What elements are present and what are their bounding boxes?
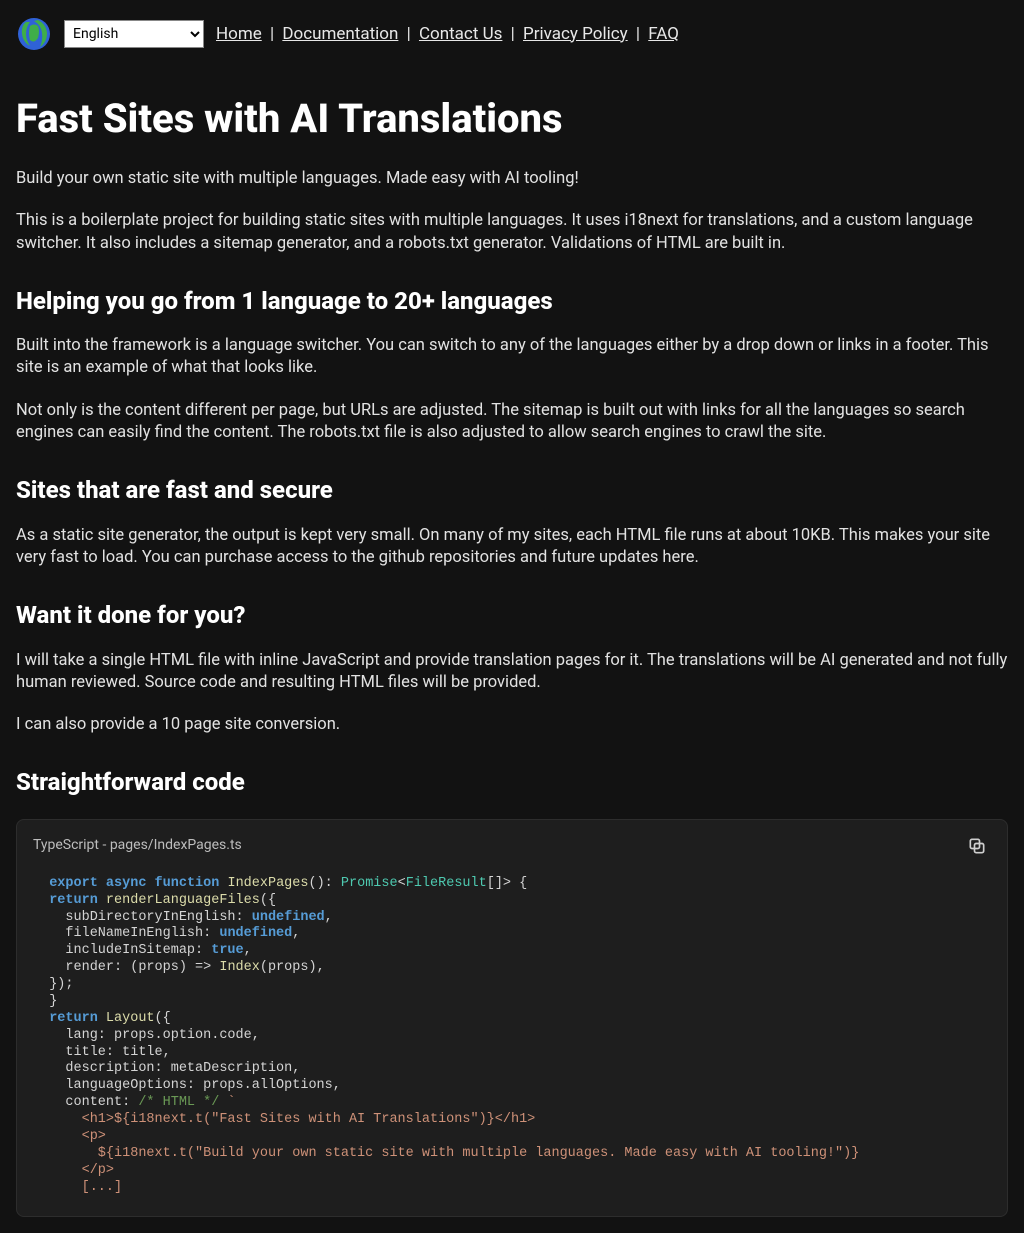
code-token: </p> (33, 1163, 114, 1178)
section-heading-done-for-you: Want it done for you? (16, 599, 1008, 631)
intro-paragraph-2: This is a boilerplate project for buildi… (16, 210, 1008, 255)
code-content: export async function IndexPages(): Prom… (17, 864, 1007, 1217)
code-token: , (325, 910, 333, 925)
code-token: fileNameInEnglish: (33, 926, 219, 941)
paragraph: Not only is the content different per pa… (16, 400, 1008, 445)
code-token: function (155, 876, 220, 891)
intro-paragraph-1: Build your own static site with multiple… (16, 168, 1008, 190)
code-token: <p> (33, 1129, 106, 1144)
code-token: FileResult (406, 876, 487, 891)
paragraph: As a static site generator, the output i… (16, 525, 1008, 570)
code-block-header: TypeScript - pages/IndexPages.ts (17, 820, 1007, 864)
nav-privacy[interactable]: Privacy Policy (523, 24, 628, 44)
top-bar: English Home | Documentation | Contact U… (16, 16, 1008, 52)
code-token: ${i18next.t("Build your own static site … (33, 1146, 859, 1161)
nav-home[interactable]: Home (216, 24, 262, 44)
code-token: Index (219, 960, 260, 975)
code-token: , (244, 943, 252, 958)
code-token: ({ (260, 893, 276, 908)
section-heading-languages: Helping you go from 1 language to 20+ la… (16, 285, 1008, 317)
code-token: IndexPages (227, 876, 308, 891)
code-token: /* HTML */ (138, 1095, 227, 1110)
globe-icon (16, 16, 52, 52)
code-token: , (292, 926, 300, 941)
paragraph: I will take a single HTML file with inli… (16, 650, 1008, 695)
paragraph: I can also provide a 10 page site conver… (16, 714, 1008, 736)
code-token: export (49, 876, 98, 891)
code-token: lang: props.option.code, (33, 1028, 260, 1043)
paragraph: Built into the framework is a language s… (16, 335, 1008, 380)
code-token: subDirectoryInEnglish: (33, 910, 252, 925)
nav-sep: | (402, 24, 415, 44)
language-select[interactable]: English (64, 20, 204, 48)
code-block: TypeScript - pages/IndexPages.ts export … (16, 819, 1008, 1218)
nav-faq[interactable]: FAQ (648, 24, 679, 44)
nav-contact[interactable]: Contact Us (419, 24, 502, 44)
nav-links: Home | Documentation | Contact Us | Priv… (216, 23, 679, 46)
code-token: Promise (341, 876, 398, 891)
code-token: includeInSitemap: (33, 943, 211, 958)
code-token: ` (227, 1095, 235, 1110)
code-token: description: metaDescription, (33, 1061, 300, 1076)
code-token: (): (308, 876, 340, 891)
page-title: Fast Sites with AI Translations (16, 92, 1008, 146)
code-token: }); (33, 977, 74, 992)
code-token: (props), (260, 960, 325, 975)
nav-documentation[interactable]: Documentation (282, 24, 398, 44)
code-token: undefined (252, 910, 325, 925)
code-token: languageOptions: props.allOptions, (33, 1078, 341, 1093)
code-token: return (49, 893, 98, 908)
code-token: < (398, 876, 406, 891)
code-token: renderLanguageFiles (106, 893, 260, 908)
code-token: true (211, 943, 243, 958)
copy-icon (967, 836, 987, 856)
section-heading-fast-secure: Sites that are fast and secure (16, 474, 1008, 506)
code-token: async (106, 876, 147, 891)
nav-sep: | (506, 24, 519, 44)
code-token: undefined (219, 926, 292, 941)
nav-sep: | (266, 24, 279, 44)
code-token: render: (props) => (33, 960, 219, 975)
section-heading-code: Straightforward code (16, 766, 1008, 798)
nav-sep: | (632, 24, 645, 44)
copy-button[interactable] (963, 832, 991, 860)
code-token: [...] (33, 1180, 122, 1195)
code-token: <h1>${i18next.t("Fast Sites with AI Tran… (33, 1112, 535, 1127)
code-token: } (49, 994, 57, 1009)
code-token: title: title, (33, 1045, 171, 1060)
code-block-label: TypeScript - pages/IndexPages.ts (33, 836, 242, 855)
code-token: []> { (487, 876, 528, 891)
code-token: content: (33, 1095, 138, 1110)
